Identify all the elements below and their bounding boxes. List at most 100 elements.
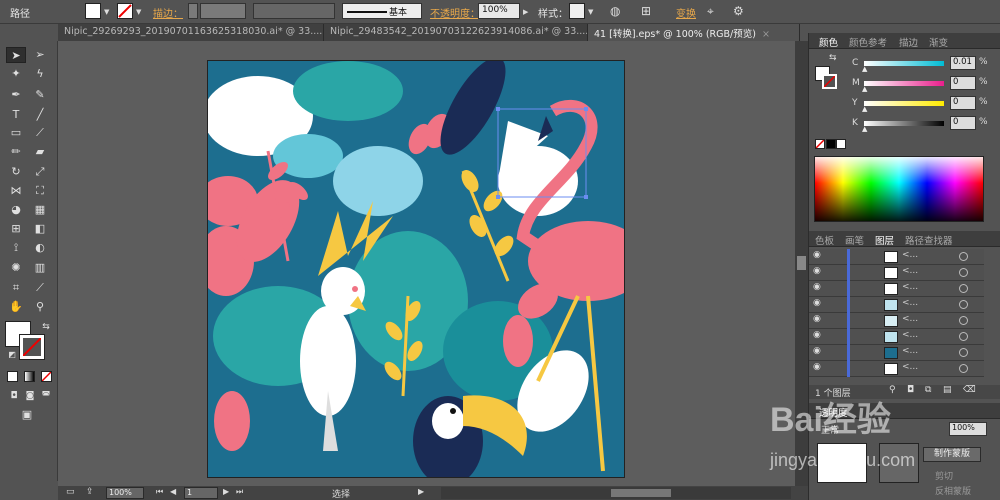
list-item[interactable]: ◉ <...	[809, 329, 984, 345]
target-icon[interactable]	[959, 284, 968, 293]
document-tab-3[interactable]: 41 [转换].eps* @ 100% (RGB/预览) ×	[588, 24, 800, 41]
scale-tool-icon[interactable]: ⤢	[30, 164, 50, 180]
eyedropper-icon[interactable]: ⟟	[6, 240, 26, 256]
symbol-sprayer-icon[interactable]: ✺	[6, 260, 26, 276]
channel-value[interactable]: 0	[950, 76, 976, 90]
pen-tool-icon[interactable]: ✒	[6, 87, 26, 103]
align-icon[interactable]: ⊞	[641, 4, 651, 18]
eraser-icon[interactable]: ▰	[30, 144, 50, 160]
cyan-slider[interactable]: C ▲ 0.01 %	[809, 56, 1000, 74]
eye-icon[interactable]: ◉	[813, 362, 821, 372]
panel-menu-icon[interactable]: ⚙	[733, 4, 744, 18]
channel-value[interactable]: 0	[950, 96, 976, 110]
free-transform-icon[interactable]: ⛶	[30, 183, 50, 199]
mesh-tool-icon[interactable]: ⊞	[6, 221, 26, 237]
target-icon[interactable]	[959, 332, 968, 341]
isolate-icon[interactable]: ⌖	[707, 4, 714, 19]
perspective-grid-icon[interactable]: ▦	[30, 202, 50, 218]
fill-swatch[interactable]	[85, 3, 101, 19]
target-icon[interactable]	[959, 252, 968, 261]
list-item[interactable]: ◉ <...	[809, 361, 984, 377]
style-dropdown-icon[interactable]: ▼	[588, 8, 593, 16]
opacity-dropdown-icon[interactable]: ▶	[523, 8, 528, 16]
prev-page-icon[interactable]: ◀	[170, 487, 176, 496]
stroke-swatch[interactable]	[117, 3, 133, 19]
stroke-weight-stepper[interactable]	[188, 3, 198, 19]
tab-color[interactable]: 颜色	[819, 35, 838, 49]
direct-selection-tool-icon[interactable]: ➢	[30, 47, 50, 63]
screen-mode-icon[interactable]: ▣	[17, 407, 37, 423]
black-swatch[interactable]	[826, 139, 836, 149]
none-mode-icon[interactable]	[41, 371, 52, 382]
tab-layers[interactable]: 图层	[875, 233, 894, 247]
eye-icon[interactable]: ◉	[813, 330, 821, 340]
scroll-thumb[interactable]	[797, 256, 806, 270]
artboard[interactable]	[207, 60, 625, 478]
target-icon[interactable]	[959, 268, 968, 277]
blend-tool-icon[interactable]: ◐	[30, 240, 50, 256]
last-page-icon[interactable]: ⏭	[236, 487, 243, 497]
invert-mask-checkbox[interactable]: 反相蒙版	[935, 484, 971, 497]
recolor-artwork-icon[interactable]: ◍	[610, 4, 620, 18]
draw-inside-icon[interactable]: ◚	[36, 388, 56, 404]
list-item[interactable]: ◉ <...	[809, 313, 984, 329]
target-icon[interactable]	[959, 300, 968, 309]
black-slider[interactable]: K ▲ 0 %	[809, 116, 1000, 134]
shape-builder-icon[interactable]: ◕	[6, 202, 26, 218]
export-icon[interactable]: ⇪	[86, 487, 94, 497]
pencil-icon[interactable]: ✏	[6, 144, 26, 160]
status-menu-icon[interactable]: ▶	[418, 487, 424, 496]
swap-colors-icon[interactable]: ⇆	[36, 319, 56, 335]
eye-icon[interactable]: ◉	[813, 250, 821, 260]
channel-bar[interactable]	[864, 121, 944, 126]
tab-pathfinder[interactable]: 路径查找器	[905, 233, 953, 247]
slider-knob-icon[interactable]: ▲	[862, 105, 867, 113]
yellow-slider[interactable]: Y ▲ 0 %	[809, 96, 1000, 114]
list-item[interactable]: ◉ <...	[809, 265, 984, 281]
channel-bar[interactable]	[864, 101, 944, 106]
eye-icon[interactable]: ◉	[813, 314, 821, 324]
lasso-icon[interactable]: ϟ	[30, 66, 50, 82]
artboard-nav-icon[interactable]: ▭	[66, 487, 75, 497]
tab-swatches[interactable]: 色板	[815, 233, 834, 247]
stroke-color-box[interactable]	[19, 334, 45, 360]
eye-icon[interactable]: ◉	[813, 266, 821, 276]
default-colors-icon[interactable]: ◩	[2, 347, 22, 363]
line-tool-icon[interactable]: ╱	[30, 107, 50, 123]
tab-stroke[interactable]: 描边	[899, 35, 918, 49]
tab-brushes[interactable]: 画笔	[845, 233, 864, 247]
gradient-mode-icon[interactable]	[24, 371, 35, 382]
document-tab-1[interactable]: Nipic_29269293_20190701163625318030.ai* …	[58, 24, 324, 41]
horizontal-scrollbar[interactable]	[441, 487, 791, 499]
target-icon[interactable]	[959, 348, 968, 357]
brush-definition[interactable]: 基本	[342, 3, 422, 19]
hand-tool-icon[interactable]: ✋	[6, 299, 26, 315]
magenta-slider[interactable]: M ▲ 0 %	[809, 76, 1000, 94]
rectangle-tool-icon[interactable]: ▭	[6, 125, 26, 141]
type-tool-icon[interactable]: T	[6, 107, 26, 123]
width-tool-icon[interactable]: ⋈	[6, 183, 26, 199]
list-item[interactable]: ◉ <...	[809, 281, 984, 297]
color-spectrum[interactable]	[814, 156, 984, 222]
channel-value[interactable]: 0	[950, 116, 976, 130]
graphic-style-swatch[interactable]	[569, 3, 585, 19]
stroke-weight-field[interactable]	[200, 3, 246, 19]
gradient-tool-icon[interactable]: ◧	[30, 221, 50, 237]
page-number-field[interactable]: 1	[184, 487, 218, 499]
list-item[interactable]: ◉ <...	[809, 249, 984, 265]
stroke-label[interactable]: 描边：	[153, 5, 183, 20]
column-graph-icon[interactable]: ▥	[30, 260, 50, 276]
list-item[interactable]: ◉ <...	[809, 297, 984, 313]
eye-icon[interactable]: ◉	[813, 298, 821, 308]
variable-width-profile[interactable]	[253, 3, 335, 19]
slider-knob-icon[interactable]: ▲	[862, 125, 867, 133]
stroke-dropdown-icon[interactable]: ▼	[136, 8, 141, 16]
magic-wand-icon[interactable]: ✦	[6, 66, 26, 82]
zoom-level-field[interactable]: 100%	[106, 487, 144, 499]
eye-icon[interactable]: ◉	[813, 346, 821, 356]
eye-icon[interactable]: ◉	[813, 282, 821, 292]
document-tab-2[interactable]: Nipic_29483542_20190703122623914086.ai* …	[324, 24, 588, 41]
fill-dropdown-icon[interactable]: ▼	[104, 8, 109, 16]
artboard-tool-icon[interactable]: ⌗	[6, 280, 26, 296]
scroll-thumb[interactable]	[611, 489, 671, 497]
